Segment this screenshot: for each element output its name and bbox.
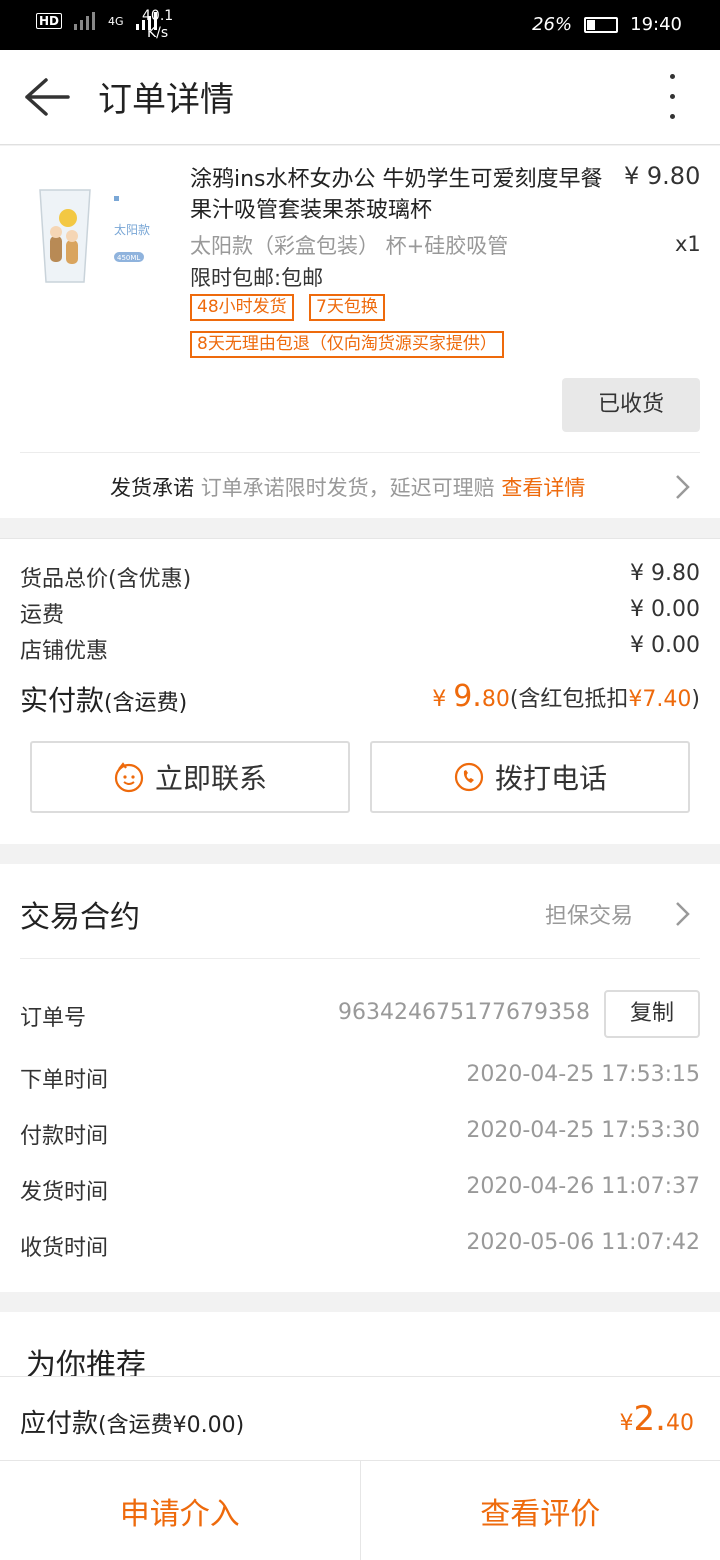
info-row-label: 发货时间 <box>20 1180 109 1205</box>
info-row-value: 2020-04-25 17:53:15 <box>466 1062 700 1087</box>
page-title: 订单详情 <box>98 80 234 120</box>
price-row-shipping: 运费 ¥ 0.00 <box>20 597 700 629</box>
hd-label: HD <box>36 13 63 29</box>
product-name[interactable]: 涂鸦ins水杯女办公 牛奶学生可爱刻度早餐果汁吸管套装果茶玻璃杯 <box>190 164 615 226</box>
status-bar: HD 4G 40.1 K/s 26% 19:40 <box>0 0 720 50</box>
info-row-receive-time: 收货时间 2020-05-06 11:07:42 <box>20 1230 700 1262</box>
product-image[interactable]: 太阳款 450ML <box>28 182 168 292</box>
paid-label-note: (含运费) <box>104 691 188 716</box>
price-row-value: ¥ 0.00 <box>630 597 700 622</box>
promise-text: 订单承诺限时发货，延迟可理赔 <box>200 476 495 500</box>
call-phone-label: 拨打电话 <box>494 762 607 795</box>
paid-extra-prefix: (含红包抵扣 <box>509 687 629 712</box>
promise-link[interactable]: 查看详情 <box>501 476 585 500</box>
phone-icon <box>454 762 484 792</box>
tag-48h-delivery: 48小时发货 <box>190 294 294 321</box>
paid-extra-amount: ¥7.40 <box>628 687 692 712</box>
paid-dec: 80 <box>481 687 510 712</box>
battery-icon <box>584 16 619 33</box>
page-header: 订单详情 <box>0 50 720 145</box>
contact-seller-label: 立即联系 <box>154 762 267 795</box>
price-row-discount: 店铺优惠 ¥ 0.00 <box>20 633 700 665</box>
info-row-ship-time: 发货时间 2020-04-26 11:07:37 <box>20 1174 700 1206</box>
order-number-row: 订单号 963424675177679358 <box>20 1000 700 1032</box>
request-intervention-button[interactable]: 申请介入 <box>0 1461 360 1560</box>
payable-label-text: 应付款 <box>20 1409 99 1439</box>
info-row-label: 收货时间 <box>20 1236 109 1261</box>
payable-currency: ¥ <box>619 1411 634 1436</box>
paid-label: 实付款(含运费) <box>20 679 187 719</box>
more-options-icon[interactable] <box>664 74 680 124</box>
contact-seller-button[interactable]: 立即联系 <box>30 741 350 813</box>
paid-extra-suffix: ) <box>691 687 700 712</box>
payable-dec: 40 <box>666 1411 694 1436</box>
clock: 19:40 <box>630 14 682 35</box>
image-label: 太阳款 <box>114 222 150 237</box>
tag-7day-exchange: 7天包换 <box>309 294 385 321</box>
promise-label: 发货承诺 <box>110 476 194 500</box>
call-phone-button[interactable]: 拨打电话 <box>370 741 690 813</box>
tag-8day-return: 8天无理由包退（仅向淘货源买家提供） <box>190 331 504 358</box>
chat-face-icon <box>114 762 144 793</box>
payable-note: (含运费¥0.00) <box>98 1413 245 1438</box>
order-number-label: 订单号 <box>20 1006 87 1031</box>
price-row-label: 运费 <box>20 603 65 628</box>
delivery-promise[interactable]: 发货承诺 订单承诺限时发货，延迟可理赔 查看详情 <box>110 472 585 502</box>
payable-int: 2. <box>633 1399 666 1439</box>
price-row-label: 货品总价(含优惠) <box>20 567 192 592</box>
copy-button[interactable]: 复制 <box>604 990 700 1038</box>
divider <box>20 452 700 453</box>
price-row-total: 货品总价(含优惠) ¥ 9.80 <box>20 561 700 593</box>
network-speed-unit: K/s <box>146 25 169 41</box>
info-row-order-time: 下单时间 2020-04-25 17:53:15 <box>20 1062 700 1094</box>
info-row-value: 2020-05-06 11:07:42 <box>466 1230 700 1255</box>
recommend-section: 为你推荐 <box>0 1312 720 1383</box>
info-row-label: 付款时间 <box>20 1124 109 1149</box>
chevron-right-icon[interactable] <box>672 473 692 501</box>
product-card: 太阳款 450ML 涂鸦ins水杯女办公 牛奶学生可爱刻度早餐果汁吸管套装果茶玻… <box>0 146 720 518</box>
trade-type[interactable]: 担保交易 <box>545 898 633 930</box>
paid-amount: ¥ 9.80(含红包抵扣¥7.40) <box>432 679 700 714</box>
signal-indicators: HD 4G <box>36 12 160 30</box>
trade-contract-card: 交易合约 担保交易 订单号 963424675177679358 复制 下单时间… <box>0 864 720 1292</box>
product-sku: 太阳款（彩盒包装） 杯+硅胶吸管 <box>190 234 509 258</box>
back-arrow-icon[interactable] <box>22 76 72 118</box>
info-row-value: 2020-04-26 11:07:37 <box>466 1174 700 1199</box>
payable-bar: 应付款(含运费¥0.00) ¥2.40 <box>0 1376 720 1460</box>
info-row-value: 2020-04-25 17:53:30 <box>466 1118 700 1143</box>
view-review-button[interactable]: 查看评价 <box>361 1461 720 1560</box>
status-right: 26% 19:40 <box>532 14 682 35</box>
payable-label: 应付款(含运费¥0.00) <box>20 1403 244 1440</box>
price-row-value: ¥ 0.00 <box>630 633 700 658</box>
product-quantity: x1 <box>675 232 701 256</box>
info-row-pay-time: 付款时间 2020-04-25 17:53:30 <box>20 1118 700 1150</box>
paid-currency: ¥ <box>432 687 454 712</box>
shipping-info: 限时包邮:包邮 <box>190 266 324 290</box>
trade-title: 交易合约 <box>20 900 140 935</box>
product-price: ¥ 9.80 <box>624 162 701 190</box>
paid-label-text: 实付款 <box>20 684 105 717</box>
price-row-label: 店铺优惠 <box>20 639 109 664</box>
paid-int: 9. <box>453 679 482 714</box>
network-type-label: 4G <box>108 14 124 28</box>
payable-amount: ¥2.40 <box>620 1399 694 1439</box>
chevron-right-icon[interactable] <box>672 900 692 928</box>
bottom-action-bar: 申请介入 查看评价 <box>0 1460 720 1560</box>
received-button[interactable]: 已收货 <box>562 378 700 432</box>
divider <box>20 958 700 959</box>
order-number: 963424675177679358 <box>338 1000 590 1025</box>
signal-icon <box>74 12 96 30</box>
price-summary-card: 货品总价(含优惠) ¥ 9.80 运费 ¥ 0.00 店铺优惠 ¥ 0.00 实… <box>0 538 720 844</box>
network-speed: 40.1 K/s <box>142 8 173 42</box>
image-capacity: 450ML <box>117 254 140 262</box>
price-row-value: ¥ 9.80 <box>630 561 700 586</box>
battery-percent: 26% <box>532 14 573 35</box>
info-row-label: 下单时间 <box>20 1068 109 1093</box>
network-speed-value: 40.1 <box>142 8 174 24</box>
